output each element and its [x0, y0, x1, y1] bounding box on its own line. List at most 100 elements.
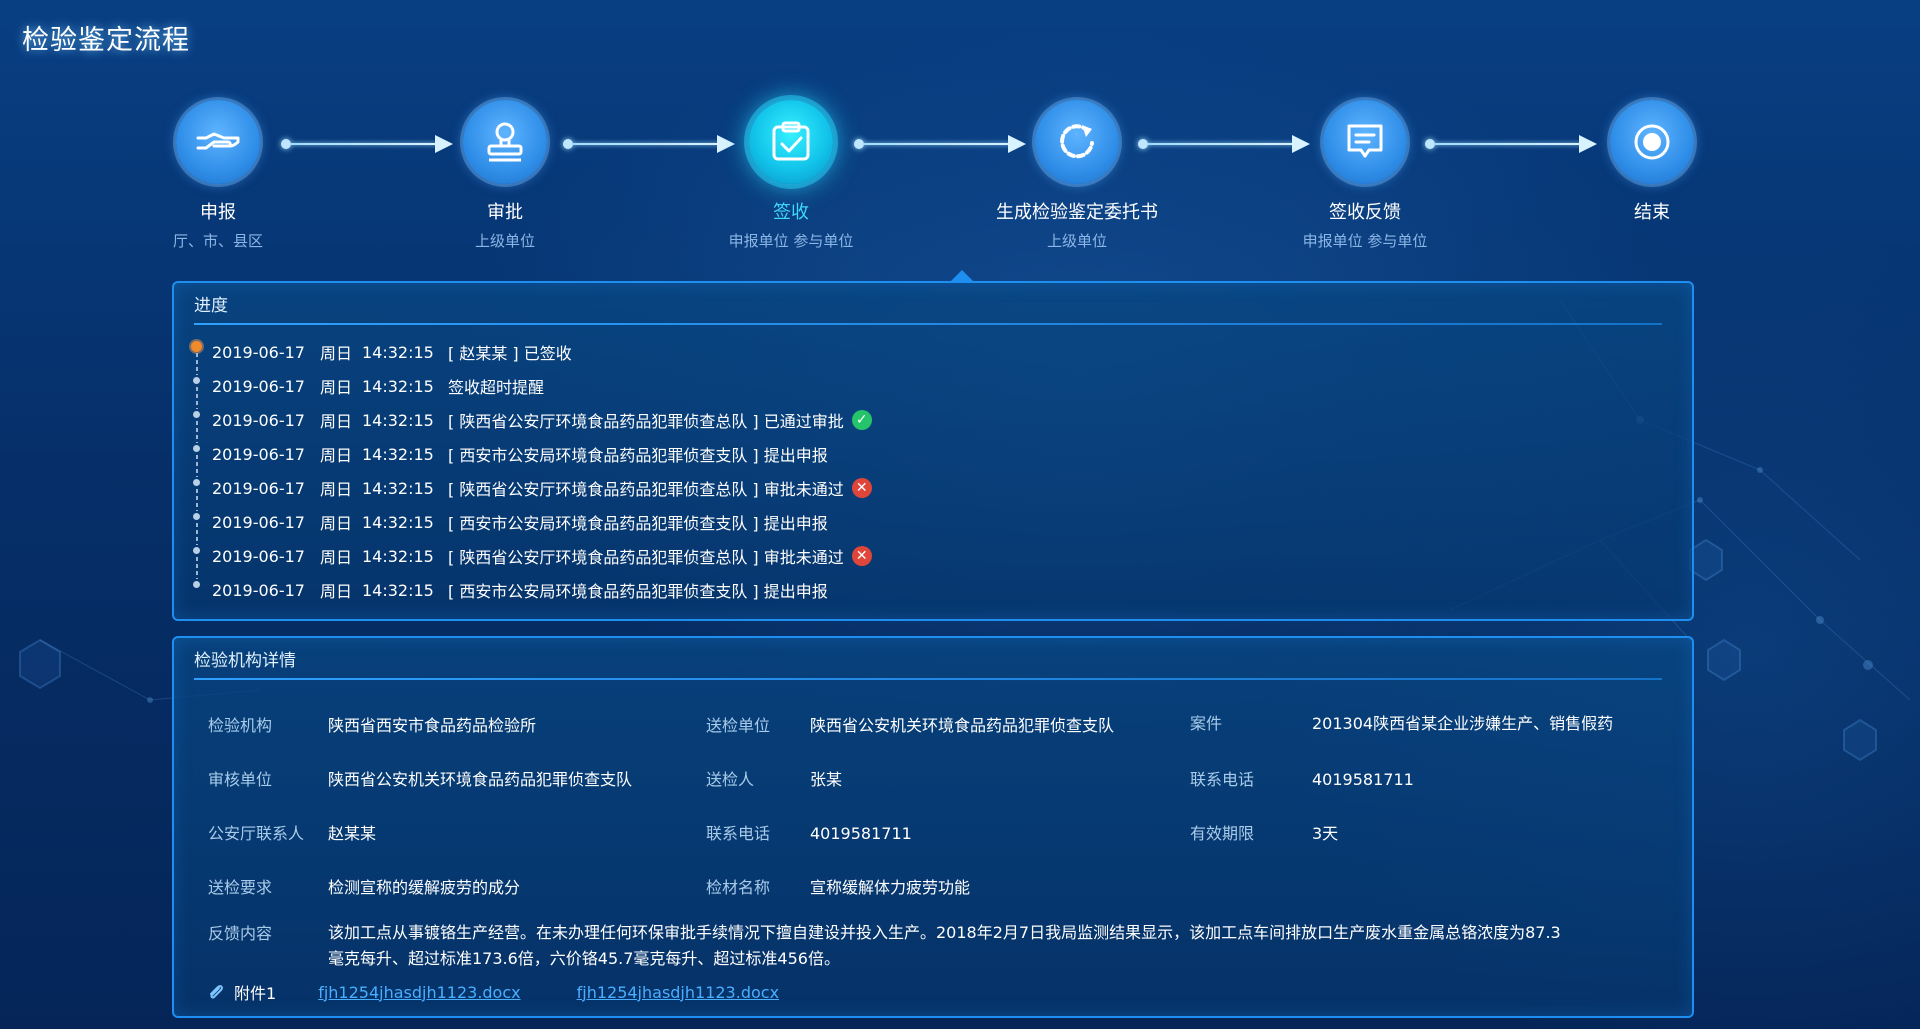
- field-inspection-org: 检验机构 陕西省西安市食品药品检验所: [208, 712, 536, 736]
- panel-divider: [194, 323, 1662, 325]
- field-value: 赵某某: [328, 824, 377, 843]
- field-submitting-unit: 送检单位 陕西省公安机关环境食品药品犯罪侦查支队: [706, 712, 1114, 736]
- step-sign-feedback[interactable]: 签收反馈 申报单位 参与单位: [1235, 100, 1495, 251]
- field-requirement: 送检要求 检测宣称的缓解疲劳的成分: [208, 874, 520, 898]
- timeline-date: 2019-06-17: [212, 546, 305, 566]
- field-case: 案件 201304陕西省某企业涉嫌生产、销售假药: [1190, 710, 1613, 734]
- paperclip-icon: [210, 985, 223, 999]
- process-flow: 申报 厅、市、县区 审批 上级单位 签收 申报单位 参与单位 生成检验鉴定委托书…: [0, 0, 1920, 280]
- timeline-time: 14:32:15: [362, 410, 434, 430]
- timeline-dot: [193, 513, 200, 520]
- step-name: 结束: [1634, 202, 1670, 223]
- refresh-icon: [1060, 124, 1094, 159]
- timeline-item: 2019-06-17 周日 14:32:15 [ 赵某某 ] 已签收: [191, 335, 872, 375]
- attachment-link[interactable]: fjh1254jhasdjh1123.docx: [318, 983, 520, 1002]
- inspection-details-panel: 检验机构详情 检验机构 陕西省西安市食品药品检验所 送检单位 陕西省公安机关环境食品…: [172, 636, 1694, 1018]
- field-submitter: 送检人 张某: [706, 766, 842, 790]
- step-sub: 上级单位: [474, 232, 535, 250]
- timeline-message: [ 陕西省公安厅环境食品药品犯罪侦查总队 ] 已通过审批: [448, 412, 844, 431]
- timeline-time: 14:32:15: [362, 512, 434, 532]
- timeline-message: [ 赵某某 ] 已签收: [448, 344, 572, 363]
- field-phone-2: 联系电话 4019581711: [706, 820, 912, 844]
- timeline-weekday: 周日: [320, 446, 353, 465]
- field-label: 检材名称: [706, 878, 771, 897]
- timeline-message: [ 西安市公安局环境食品药品犯罪侦查支队 ] 提出申报: [448, 582, 828, 601]
- step-sub: 申报单位 参与单位: [1302, 232, 1428, 250]
- step-generate-commission[interactable]: 生成检验鉴定委托书 上级单位: [947, 100, 1207, 251]
- timeline-item: 2019-06-17 周日 14:32:15 [ 西安市公安局环境食品药品犯罪侦查支队…: [193, 437, 872, 477]
- timeline-weekday: 周日: [320, 582, 353, 601]
- timeline-time: 14:32:15: [362, 376, 434, 396]
- timeline-dot: [193, 547, 200, 554]
- attachment-label: 附件1: [234, 984, 277, 1003]
- progress-timeline: 2019-06-17 周日 14:32:15 [ 赵某某 ] 已签收 2019-06-1…: [191, 335, 872, 607]
- details-title: 检验机构详情: [194, 651, 296, 671]
- step-circle[interactable]: [176, 100, 260, 184]
- timeline-message: [ 西安市公安局环境食品药品犯罪侦查支队 ] 提出申报: [448, 446, 828, 465]
- field-value: 该加工点从事镀铬生产经营。在未办理任何环保审批手续情况下擅自建设并投入生产。20…: [328, 923, 1561, 968]
- step-sub: 上级单位: [1046, 232, 1107, 250]
- timeline-weekday: 周日: [320, 480, 353, 499]
- step-circle[interactable]: [1035, 100, 1119, 184]
- field-value: 陕西省公安机关环境食品药品犯罪侦查支队: [328, 770, 633, 789]
- timeline-message: [ 陕西省公安厅环境食品药品犯罪侦查总队 ] 审批未通过: [448, 548, 844, 567]
- attachment-link[interactable]: fjh1254jhasdjh1123.docx: [577, 983, 779, 1002]
- step-circle-active[interactable]: [749, 100, 833, 184]
- field-value: 张某: [810, 770, 843, 789]
- timeline-dot: [193, 581, 200, 588]
- timeline-weekday: 周日: [320, 412, 353, 431]
- check-circle-icon: ✓: [851, 410, 872, 430]
- field-police-contact: 公安厅联系人 赵某某: [208, 820, 376, 844]
- timeline-date: 2019-06-17: [212, 444, 305, 464]
- timeline-item: 2019-06-17 周日 14:32:15 [ 陕西省公安厅环境食品药品犯罪侦查总队…: [193, 471, 872, 511]
- timeline-date: 2019-06-17: [212, 478, 305, 498]
- step-declare[interactable]: 申报 厅、市、县区: [88, 100, 348, 251]
- field-label: 审核单位: [208, 770, 273, 789]
- progress-panel: 进度 2019-06-17 周日 14:32:15[ 赵某某 ] 已签收 2019-0…: [172, 270, 1694, 621]
- timeline-time: 14:32:15: [362, 478, 434, 498]
- step-end[interactable]: 结束: [1522, 100, 1782, 230]
- timeline-date: 2019-06-17: [212, 342, 305, 362]
- field-value: 陕西省西安市食品药品检验所: [328, 716, 537, 735]
- step-sub: 申报单位 参与单位: [728, 232, 854, 250]
- field-value: 4019581711: [810, 824, 912, 843]
- attachments: 附件1 fjh1254jhasdjh1123.docx fjh1254jhasd…: [206, 980, 835, 1004]
- field-value: 检测宣称的缓解疲劳的成分: [328, 878, 521, 897]
- field-label: 反馈内容: [208, 924, 273, 943]
- field-label: 联系电话: [1190, 770, 1255, 789]
- step-sign-receive[interactable]: 签收 申报单位 参与单位: [661, 100, 921, 251]
- step-circle[interactable]: [1323, 100, 1407, 184]
- panel-notch: [950, 270, 974, 282]
- timeline-message: [ 陕西省公安厅环境食品药品犯罪侦查总队 ] 审批未通过: [448, 480, 844, 499]
- message-icon: [1347, 124, 1383, 158]
- field-value: 201304陕西省某企业涉嫌生产、销售假药: [1312, 714, 1614, 733]
- field-label: 公安厅联系人: [208, 824, 305, 843]
- timeline-item: 2019-06-17 周日 14:32:15 [ 陕西省公安厅环境食品药品犯罪侦查总队…: [193, 403, 872, 443]
- field-phone: 联系电话 4019581711: [1190, 766, 1414, 790]
- current-dot: [191, 341, 202, 352]
- timeline-item: 2019-06-17 周日 14:32:15 [ 西安市公安局环境食品药品犯罪侦查支队…: [193, 573, 872, 607]
- timeline-item: 2019-06-17 周日 14:32:15 [ 西安市公安局环境食品药品犯罪侦查支队…: [193, 505, 872, 545]
- target-icon: [1634, 124, 1670, 160]
- field-label: 案件: [1190, 714, 1223, 733]
- timeline-date: 2019-06-17: [212, 512, 305, 532]
- field-sample-name: 检材名称 宣称缓解体力疲劳功能: [706, 874, 970, 898]
- field-value: 陕西省公安机关环境食品药品犯罪侦查支队: [810, 716, 1115, 735]
- timeline-date: 2019-06-17: [212, 376, 305, 396]
- timeline-message: [ 西安市公安局环境食品药品犯罪侦查支队 ] 提出申报: [448, 514, 828, 533]
- timeline-time: 14:32:15: [362, 444, 434, 464]
- step-sub: 厅、市、县区: [172, 232, 263, 250]
- progress-title: 进度: [194, 296, 228, 316]
- x-circle-icon: ✕: [851, 478, 872, 498]
- field-label: 检验机构: [208, 716, 273, 735]
- timeline-dot: [193, 445, 200, 452]
- step-circle[interactable]: [463, 100, 547, 184]
- timeline-weekday: 周日: [320, 344, 353, 363]
- step-approve[interactable]: 审批 上级单位: [375, 100, 635, 251]
- step-name: 审批: [487, 202, 523, 223]
- field-label: 联系电话: [706, 824, 771, 843]
- x-circle-icon: ✕: [851, 546, 872, 566]
- step-name: 生成检验鉴定委托书: [996, 202, 1158, 223]
- step-circle[interactable]: [1610, 100, 1694, 184]
- field-label: 送检单位: [706, 716, 771, 735]
